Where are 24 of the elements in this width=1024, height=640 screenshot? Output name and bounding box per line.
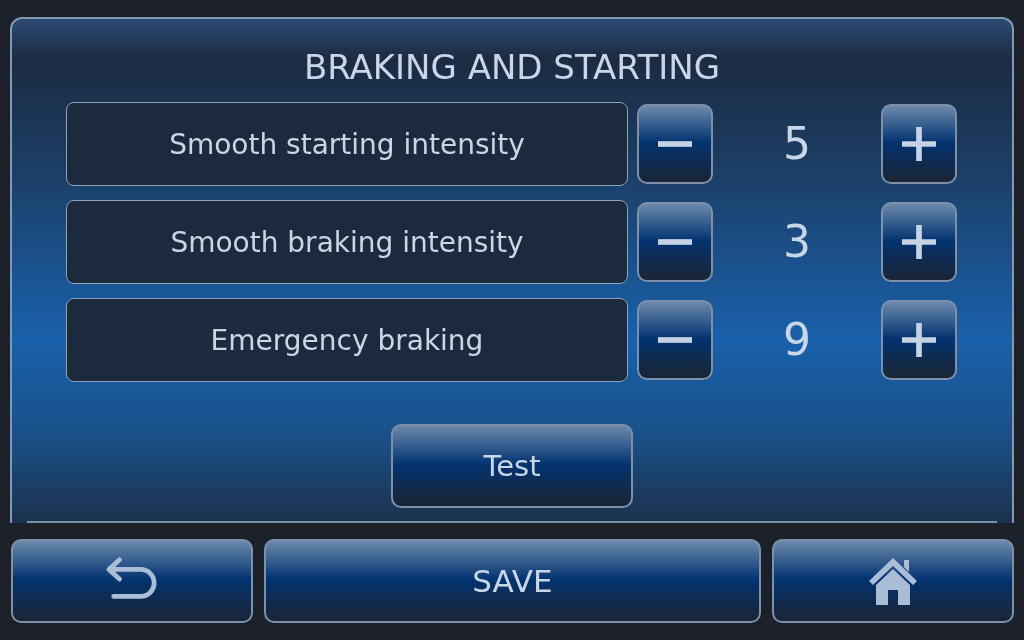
setting-label: Smooth starting intensity — [66, 102, 628, 186]
home-icon — [868, 556, 918, 606]
increase-button[interactable] — [881, 202, 957, 282]
decrease-button[interactable] — [637, 104, 713, 184]
setting-value: 5 — [782, 117, 812, 171]
setting-value: 9 — [782, 313, 812, 367]
setting-label: Smooth braking intensity — [66, 200, 628, 284]
minus-icon — [658, 141, 692, 147]
test-button[interactable]: Test — [391, 424, 633, 508]
decrease-button[interactable] — [637, 202, 713, 282]
minus-icon — [658, 239, 692, 245]
increase-button[interactable] — [881, 300, 957, 380]
plus-icon — [902, 225, 936, 259]
save-button[interactable]: SAVE — [264, 539, 761, 623]
decrease-button[interactable] — [637, 300, 713, 380]
setting-label: Emergency braking — [66, 298, 628, 382]
back-button[interactable] — [11, 539, 253, 623]
plus-icon — [902, 323, 936, 357]
home-button[interactable] — [772, 539, 1014, 623]
setting-value: 3 — [782, 215, 812, 269]
minus-icon — [658, 337, 692, 343]
increase-button[interactable] — [881, 104, 957, 184]
plus-icon — [902, 127, 936, 161]
screen-title: BRAKING AND STARTING — [303, 47, 721, 87]
